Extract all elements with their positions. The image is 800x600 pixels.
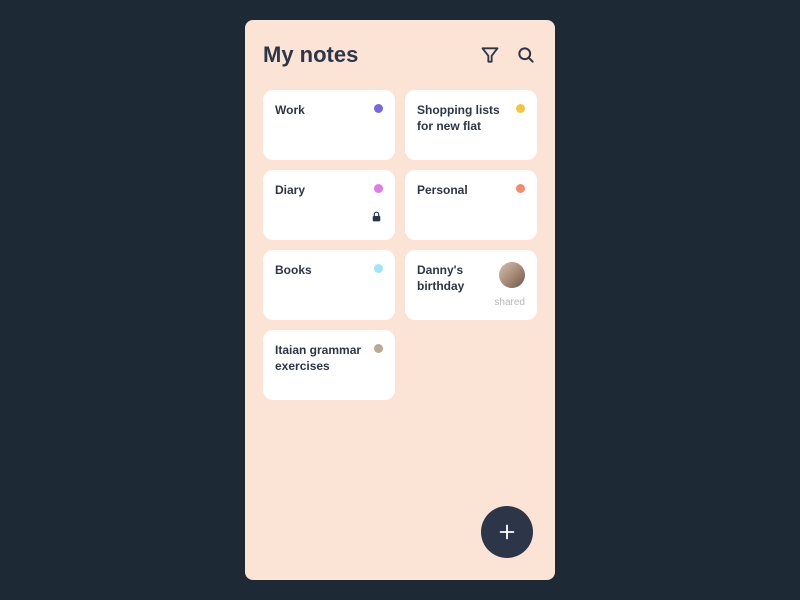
color-dot <box>516 184 525 193</box>
note-card-shopping[interactable]: Shopping lists for new flat <box>405 90 537 160</box>
color-dot <box>516 104 525 113</box>
color-dot <box>374 264 383 273</box>
filter-icon[interactable] <box>479 44 501 66</box>
note-card-diary[interactable]: Diary <box>263 170 395 240</box>
note-title: Personal <box>417 182 508 198</box>
lock-icon <box>370 210 383 228</box>
note-title: Books <box>275 262 366 278</box>
shared-label: shared <box>494 297 525 308</box>
note-card-work[interactable]: Work <box>263 90 395 160</box>
header-actions <box>479 44 537 66</box>
page-title: My notes <box>263 42 358 68</box>
plus-icon <box>496 521 518 543</box>
note-title: Diary <box>275 182 366 198</box>
note-card-italian[interactable]: Itaian grammar exercises <box>263 330 395 400</box>
note-title: Itaian grammar exercises <box>275 342 366 374</box>
color-dot <box>374 184 383 193</box>
avatar <box>499 262 525 288</box>
note-title: Shopping lists for new flat <box>417 102 508 134</box>
note-title: Work <box>275 102 366 118</box>
add-note-button[interactable] <box>481 506 533 558</box>
color-dot <box>374 104 383 113</box>
note-title: Danny's birthday <box>417 262 491 294</box>
header: My notes <box>263 42 537 68</box>
color-dot <box>374 344 383 353</box>
notes-app-screen: My notes Work Shopping lists for new fla… <box>245 20 555 580</box>
search-icon[interactable] <box>515 44 537 66</box>
note-card-danny[interactable]: Danny's birthday shared <box>405 250 537 320</box>
note-card-personal[interactable]: Personal <box>405 170 537 240</box>
note-card-books[interactable]: Books <box>263 250 395 320</box>
notes-grid: Work Shopping lists for new flat Diary <box>263 90 537 400</box>
